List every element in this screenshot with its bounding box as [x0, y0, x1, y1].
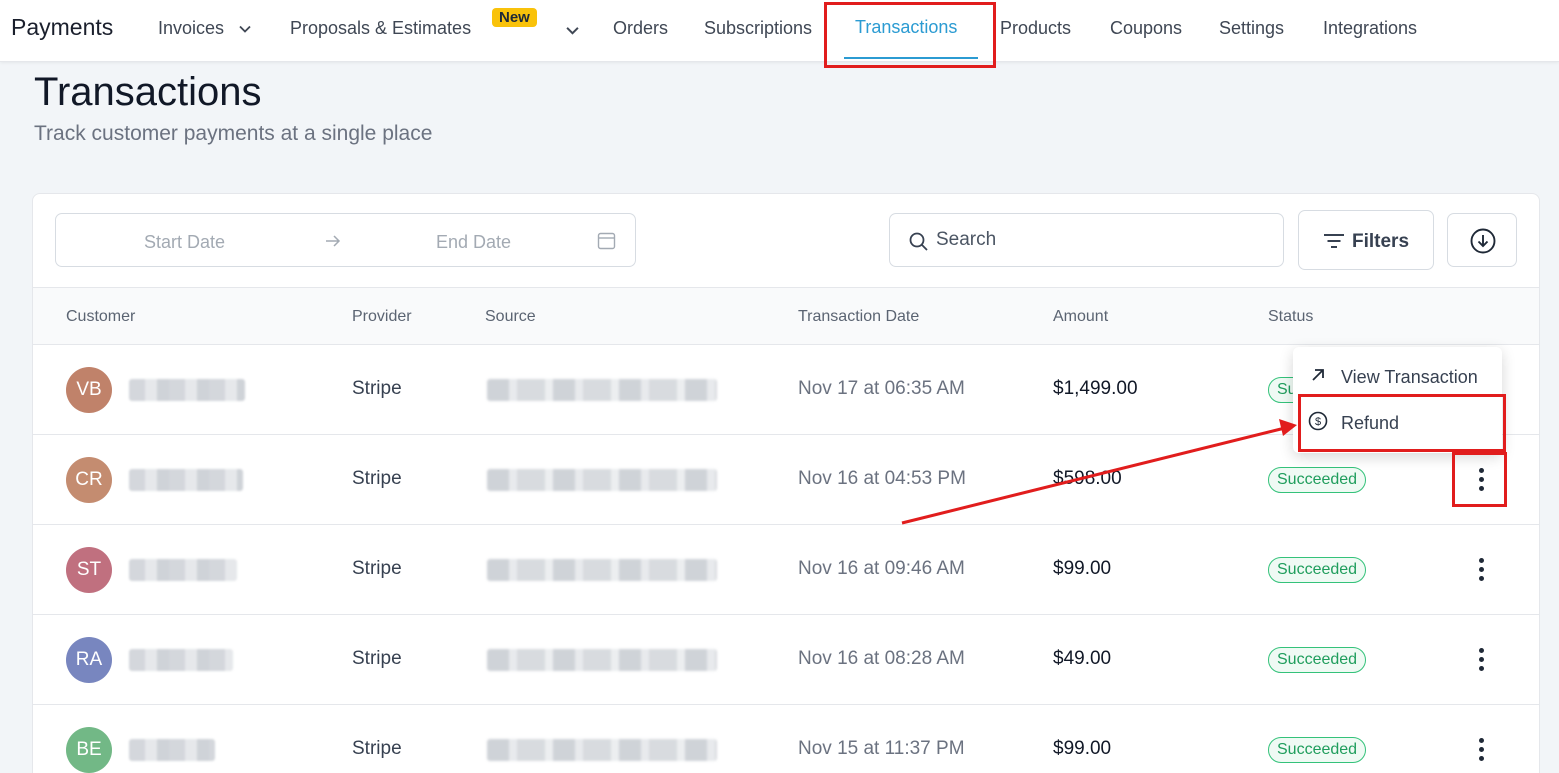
- avatar: RA: [66, 637, 112, 683]
- provider-cell: Stripe: [352, 648, 402, 669]
- search-input[interactable]: [936, 226, 1256, 254]
- table-row[interactable]: ST Stripe Nov 16 at 09:46 AM $99.00 Succ…: [33, 525, 1539, 615]
- source-redacted: [487, 469, 717, 491]
- source-redacted: [487, 379, 717, 401]
- transaction-date-cell: Nov 16 at 04:53 PM: [798, 468, 966, 489]
- nav-item-label: Invoices: [158, 18, 225, 38]
- amount-cell: $99.00: [1053, 738, 1112, 759]
- column-header-provider: Provider: [352, 308, 412, 325]
- transaction-date-cell: Nov 15 at 11:37 PM: [798, 738, 965, 759]
- filters-button[interactable]: Filters: [1298, 210, 1434, 270]
- download-button[interactable]: [1447, 213, 1517, 267]
- table-row[interactable]: RA Stripe Nov 16 at 08:28 AM $49.00 Succ…: [33, 615, 1539, 705]
- chevron-down-icon: [239, 26, 251, 34]
- table-row[interactable]: BE Stripe Nov 15 at 11:37 PM $99.00 Succ…: [33, 705, 1539, 773]
- nav-item-coupons[interactable]: Coupons: [1110, 18, 1182, 39]
- top-navigation: Payments Invoices Proposals & Estimates …: [0, 0, 1559, 62]
- end-date-field[interactable]: End Date: [436, 232, 511, 253]
- nav-item-orders[interactable]: Orders: [613, 18, 668, 39]
- more-actions-icon[interactable]: [1470, 738, 1492, 764]
- customer-name-redacted: [129, 559, 237, 581]
- nav-item-proposals-estimates[interactable]: Proposals & Estimates: [290, 18, 471, 39]
- new-badge: New: [492, 8, 537, 27]
- source-redacted: [487, 649, 717, 671]
- transaction-date-cell: Nov 16 at 09:46 AM: [798, 558, 965, 579]
- highlight-box-transactions-tab: [824, 2, 996, 68]
- status-badge: Succeeded: [1268, 557, 1367, 583]
- status-badge: Succeeded: [1268, 647, 1367, 673]
- highlight-box-more-actions: [1452, 452, 1507, 507]
- more-actions-icon[interactable]: [1470, 558, 1492, 584]
- nav-item-settings[interactable]: Settings: [1219, 18, 1284, 39]
- source-redacted: [487, 559, 717, 581]
- provider-cell: Stripe: [352, 738, 402, 759]
- amount-cell: $1,499.00: [1053, 378, 1138, 399]
- page-subtitle: Track customer payments at a single plac…: [34, 122, 433, 145]
- source-redacted: [487, 739, 717, 761]
- nav-item-integrations[interactable]: Integrations: [1323, 18, 1417, 39]
- start-date-field[interactable]: Start Date: [144, 232, 225, 253]
- avatar: BE: [66, 727, 112, 773]
- provider-cell: Stripe: [352, 558, 402, 579]
- nav-item-label: Proposals & Estimates: [290, 18, 472, 38]
- avatar: CR: [66, 457, 112, 503]
- customer-name-redacted: [129, 739, 215, 761]
- arrow-up-right-icon: [1312, 369, 1324, 381]
- status-badge: Succeeded: [1268, 737, 1367, 763]
- provider-cell: Stripe: [352, 378, 402, 399]
- avatar: ST: [66, 547, 112, 593]
- date-range-picker[interactable]: Start Date End Date: [55, 213, 636, 267]
- download-icon: [1470, 228, 1496, 254]
- status-badge: Succeeded: [1268, 467, 1367, 493]
- customer-name-redacted: [129, 649, 233, 671]
- column-header-customer: Customer: [66, 308, 136, 325]
- amount-cell: $598.00: [1053, 468, 1122, 489]
- amount-cell: $49.00: [1053, 648, 1112, 669]
- transaction-date-cell: Nov 17 at 06:35 AM: [798, 378, 965, 399]
- column-header-source: Source: [485, 308, 536, 325]
- menu-item-label: View Transaction: [1341, 367, 1478, 387]
- highlight-box-refund: [1298, 394, 1506, 452]
- nav-item-products[interactable]: Products: [1000, 18, 1071, 39]
- filter-icon: [1324, 234, 1344, 248]
- chevron-down-icon[interactable]: [566, 24, 579, 37]
- column-header-amount: Amount: [1053, 308, 1109, 325]
- column-header-status: Status: [1268, 308, 1314, 325]
- arrow-right-icon: [326, 235, 341, 247]
- customer-name-redacted: [129, 379, 245, 401]
- more-actions-icon[interactable]: [1470, 648, 1492, 674]
- menu-item-view-transaction[interactable]: View Transaction: [1293, 351, 1502, 397]
- nav-item-subscriptions[interactable]: Subscriptions: [704, 18, 812, 39]
- nav-item-invoices[interactable]: Invoices: [158, 18, 251, 39]
- amount-cell: $99.00: [1053, 558, 1112, 579]
- table-header: Customer Provider Source Transaction Dat…: [33, 287, 1539, 345]
- calendar-icon: [597, 232, 616, 250]
- brand-title: Payments: [11, 14, 114, 40]
- column-header-transaction-date: Transaction Date: [798, 308, 920, 325]
- transaction-date-cell: Nov 16 at 08:28 AM: [798, 648, 965, 669]
- filters-label: Filters: [1352, 231, 1410, 252]
- page-title: Transactions: [34, 70, 262, 114]
- customer-name-redacted: [129, 469, 243, 491]
- search-box[interactable]: [889, 213, 1284, 267]
- search-icon: [909, 232, 928, 251]
- avatar: VB: [66, 367, 112, 413]
- provider-cell: Stripe: [352, 468, 402, 489]
